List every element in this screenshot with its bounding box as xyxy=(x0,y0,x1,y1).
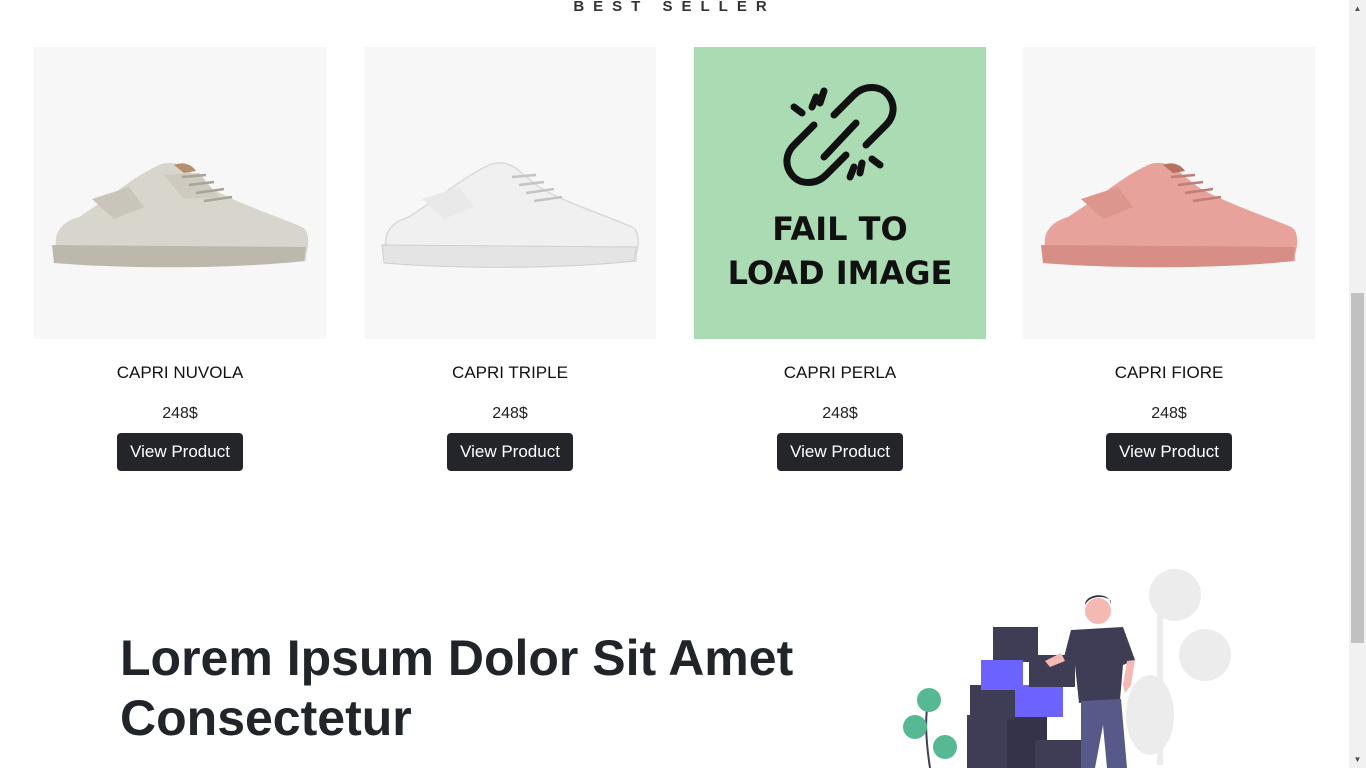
view-product-button[interactable]: View Product xyxy=(117,433,243,471)
product-grid: CAPRI NUVOLA 248$ View Product CAPRI TRI… xyxy=(0,47,1349,487)
product-name[interactable]: CAPRI FIORE xyxy=(1023,362,1315,384)
product-price: 248$ xyxy=(162,405,198,422)
page-scrollbar[interactable]: ▲ ▼ xyxy=(1349,0,1366,768)
pink-sneaker-image xyxy=(1041,162,1298,268)
hero-heading: Lorem Ipsum Dolor Sit Amet Consectetur xyxy=(120,630,794,746)
product-name[interactable]: CAPRI PERLA xyxy=(694,362,986,384)
product-name[interactable]: CAPRI NUVOLA xyxy=(34,362,326,384)
view-product-button[interactable]: View Product xyxy=(1106,433,1232,471)
product-price: 248$ xyxy=(822,405,858,422)
scrollbar-thumb[interactable] xyxy=(1351,293,1364,643)
image-error-text: FAIL TO LOAD IMAGE xyxy=(727,210,953,292)
chevron-up-icon[interactable]: ▲ xyxy=(1349,0,1366,17)
view-product-button[interactable]: View Product xyxy=(777,433,903,471)
delivery-illustration xyxy=(903,569,1231,768)
product-name[interactable]: CAPRI TRIPLE xyxy=(364,362,656,384)
product-image[interactable] xyxy=(364,47,656,339)
product-price: 248$ xyxy=(1151,405,1187,422)
product-image[interactable] xyxy=(34,47,326,339)
white-sneaker-image xyxy=(381,162,639,268)
chevron-down-icon[interactable]: ▼ xyxy=(1349,751,1366,768)
product-price: 248$ xyxy=(492,405,528,422)
product-image[interactable]: FAIL TO LOAD IMAGE xyxy=(694,47,986,339)
section-title: BEST SELLER xyxy=(573,0,776,15)
product-card: FAIL TO LOAD IMAGE CAPRI PERLA 248$ View… xyxy=(694,47,986,471)
product-card: CAPRI TRIPLE 248$ View Product xyxy=(364,47,656,471)
product-card: CAPRI FIORE 248$ View Product xyxy=(1023,47,1315,471)
view-product-button[interactable]: View Product xyxy=(447,433,573,471)
grey-sneaker-image xyxy=(52,162,309,268)
product-card: CAPRI NUVOLA 248$ View Product xyxy=(34,47,326,471)
broken-link-icon xyxy=(783,84,897,186)
product-image[interactable] xyxy=(1023,47,1315,339)
